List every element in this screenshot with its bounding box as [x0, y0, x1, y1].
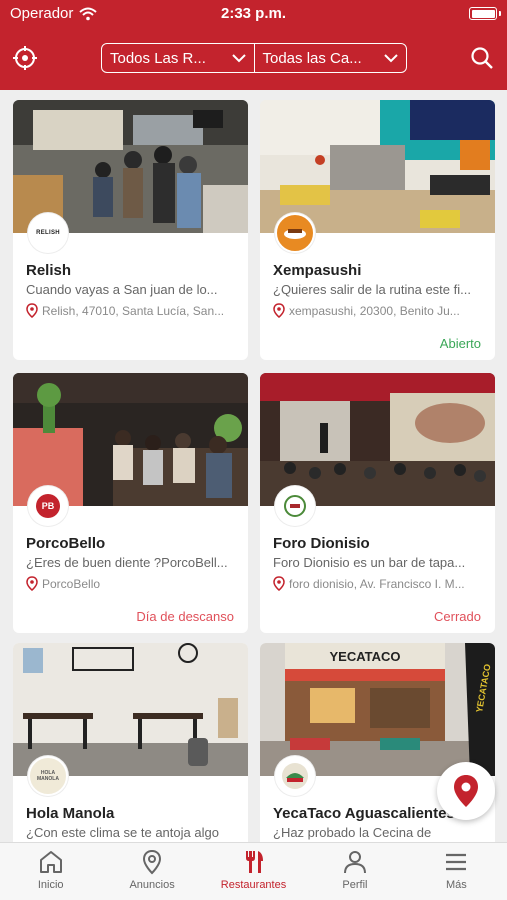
chevron-down-icon — [384, 53, 398, 62]
restaurant-card-hola-manola[interactable]: HOLA MANOLA Hola Manola ¿Con este clima … — [13, 643, 248, 842]
tab-perfil[interactable]: Perfil — [304, 843, 405, 900]
restaurant-name: PorcoBello — [26, 535, 106, 552]
logo-text: RELISH — [36, 230, 60, 236]
address-text: PorcoBello — [42, 576, 101, 591]
yecataco-sign: YECATACO — [329, 649, 400, 664]
search-icon — [471, 47, 493, 69]
status-time: 2:33 p.m. — [220, 5, 287, 22]
restaurant-logo — [275, 756, 315, 796]
restaurant-logo: PB — [28, 486, 68, 526]
search-button[interactable] — [467, 43, 497, 73]
tab-label: Restaurantes — [220, 879, 287, 891]
status-bar: Operador 2:33 p.m. — [0, 0, 507, 28]
logo-text: PB — [36, 494, 60, 518]
restaurant-address: xempasushi, 20300, Benito Ju... — [273, 303, 487, 318]
open-status: Abierto — [439, 336, 481, 351]
location-pin-icon — [273, 303, 285, 318]
restaurant-address: PorcoBello — [26, 576, 240, 591]
restaurant-name: YecaTaco Aguascalientes — [273, 805, 455, 822]
region-select[interactable]: Todos Las R... — [102, 44, 254, 72]
tab-restaurantes[interactable]: Restaurantes — [203, 843, 304, 900]
restaurant-card-foro-dionisio[interactable]: Foro Dionisio Foro Dionisio es un bar de… — [260, 373, 495, 633]
location-pin-icon — [273, 576, 285, 591]
location-pin-icon — [143, 849, 162, 875]
app-header: Operador 2:33 p.m. Todos Las R... Todas … — [0, 0, 507, 90]
category-select-value: Todas las Ca... — [262, 49, 362, 67]
region-select-value: Todos Las R... — [110, 49, 206, 67]
filter-bar: Todos Las R... Todas las Ca... — [101, 43, 407, 73]
restaurant-description: Cuando vayas a San juan de lo... — [26, 282, 218, 297]
tab-label: Inicio — [37, 879, 64, 891]
logo-text: HOLA MANOLA — [37, 770, 59, 782]
restaurant-logo — [275, 486, 315, 526]
location-pin-icon — [26, 576, 38, 591]
category-select[interactable]: Todas las Ca... — [253, 44, 407, 72]
address-text: Relish, 47010, Santa Lucía, San... — [42, 303, 225, 318]
restaurant-card-relish[interactable]: RELISH Relish Cuando vayas a San juan de… — [13, 100, 248, 360]
battery-tip — [499, 11, 501, 16]
restaurant-logo: HOLA MANOLA — [28, 756, 68, 796]
restaurant-description: ¿Con este clima se te antoja algo — [26, 825, 219, 840]
menu-icon — [446, 853, 467, 871]
tab-inicio[interactable]: Inicio — [0, 843, 101, 900]
crosshair-icon — [13, 46, 37, 70]
restaurant-logo: RELISH — [28, 213, 68, 253]
restaurant-description: ¿Eres de buen diente ?PorcoBell... — [26, 555, 228, 570]
top-nav: Todos Las R... Todas las Ca... — [0, 40, 507, 76]
restaurant-description: ¿Haz probado la Cecina de — [273, 825, 432, 840]
closed-status: Cerrado — [434, 609, 481, 624]
restaurant-description: Foro Dionisio es un bar de tapa... — [273, 555, 466, 570]
person-icon — [343, 851, 366, 874]
address-text: foro dionisio, Av. Francisco I. M... — [289, 576, 465, 591]
location-pin-icon — [26, 303, 38, 318]
restaurant-description: ¿Quieres salir de la rutina este fi... — [273, 282, 471, 297]
restaurant-name: Hola Manola — [26, 805, 115, 822]
address-text: xempasushi, 20300, Benito Ju... — [289, 303, 460, 318]
restaurant-name: Relish — [26, 262, 72, 279]
map-button[interactable] — [437, 762, 495, 820]
tab-label: Más — [445, 879, 467, 891]
tab-label: Anuncios — [129, 879, 175, 891]
restaurant-address: foro dionisio, Av. Francisco I. M... — [273, 576, 487, 591]
locate-button[interactable] — [10, 43, 40, 73]
restaurant-card-xempasushi[interactable]: Xempasushi ¿Quieres salir de la rutina e… — [260, 100, 495, 360]
restaurant-logo — [275, 213, 315, 253]
battery-icon — [469, 7, 497, 20]
restaurant-address: Relish, 47010, Santa Lucía, San... — [26, 303, 240, 318]
home-icon — [39, 851, 62, 873]
restaurant-card-porcobello[interactable]: PB PorcoBello ¿Eres de buen diente ?Porc… — [13, 373, 248, 633]
tab-mas[interactable]: Más — [406, 843, 507, 900]
restaurant-name: Xempasushi — [273, 262, 362, 279]
map-pin-icon — [454, 775, 478, 807]
restaurant-name: Foro Dionisio — [273, 535, 370, 552]
fork-knife-icon — [245, 851, 263, 873]
tab-label: Perfil — [342, 879, 368, 891]
restaurant-grid: RELISH Relish Cuando vayas a San juan de… — [0, 90, 507, 842]
tab-anuncios[interactable]: Anuncios — [101, 843, 202, 900]
bottom-tab-bar: Inicio Anuncios Restaurantes Perfil Más — [0, 842, 507, 900]
chevron-down-icon — [231, 53, 246, 62]
rest-day-status: Día de descanso — [136, 609, 234, 624]
